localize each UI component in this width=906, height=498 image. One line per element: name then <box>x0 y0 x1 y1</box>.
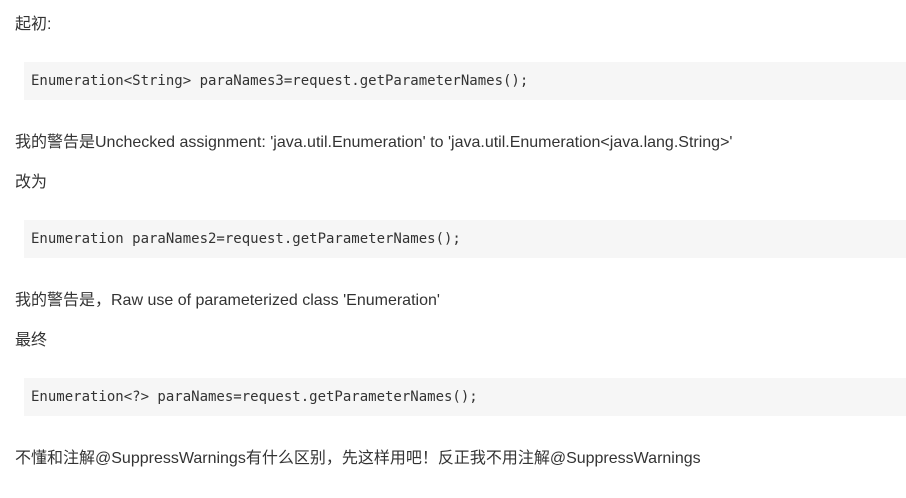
paragraph-warning-raw: 我的警告是，Raw use of parameterized class 'En… <box>15 292 440 309</box>
code-block-original: Enumeration<String> paraNames3=request.g… <box>24 62 906 100</box>
code-block-raw: Enumeration paraNames2=request.getParame… <box>24 220 906 258</box>
code-block-final: Enumeration<?> paraNames=request.getPara… <box>24 378 906 416</box>
paragraph-final: 最终 <box>15 332 48 349</box>
paragraph-warning-unchecked: 我的警告是Unchecked assignment: 'java.util.En… <box>15 134 733 151</box>
paragraph-conclusion: 不懂和注解@SuppressWarnings有什么区别，先这样用吧！反正我不用注… <box>15 450 701 467</box>
paragraph-changed: 改为 <box>15 174 48 191</box>
paragraph-intro: 起初: <box>15 16 52 33</box>
